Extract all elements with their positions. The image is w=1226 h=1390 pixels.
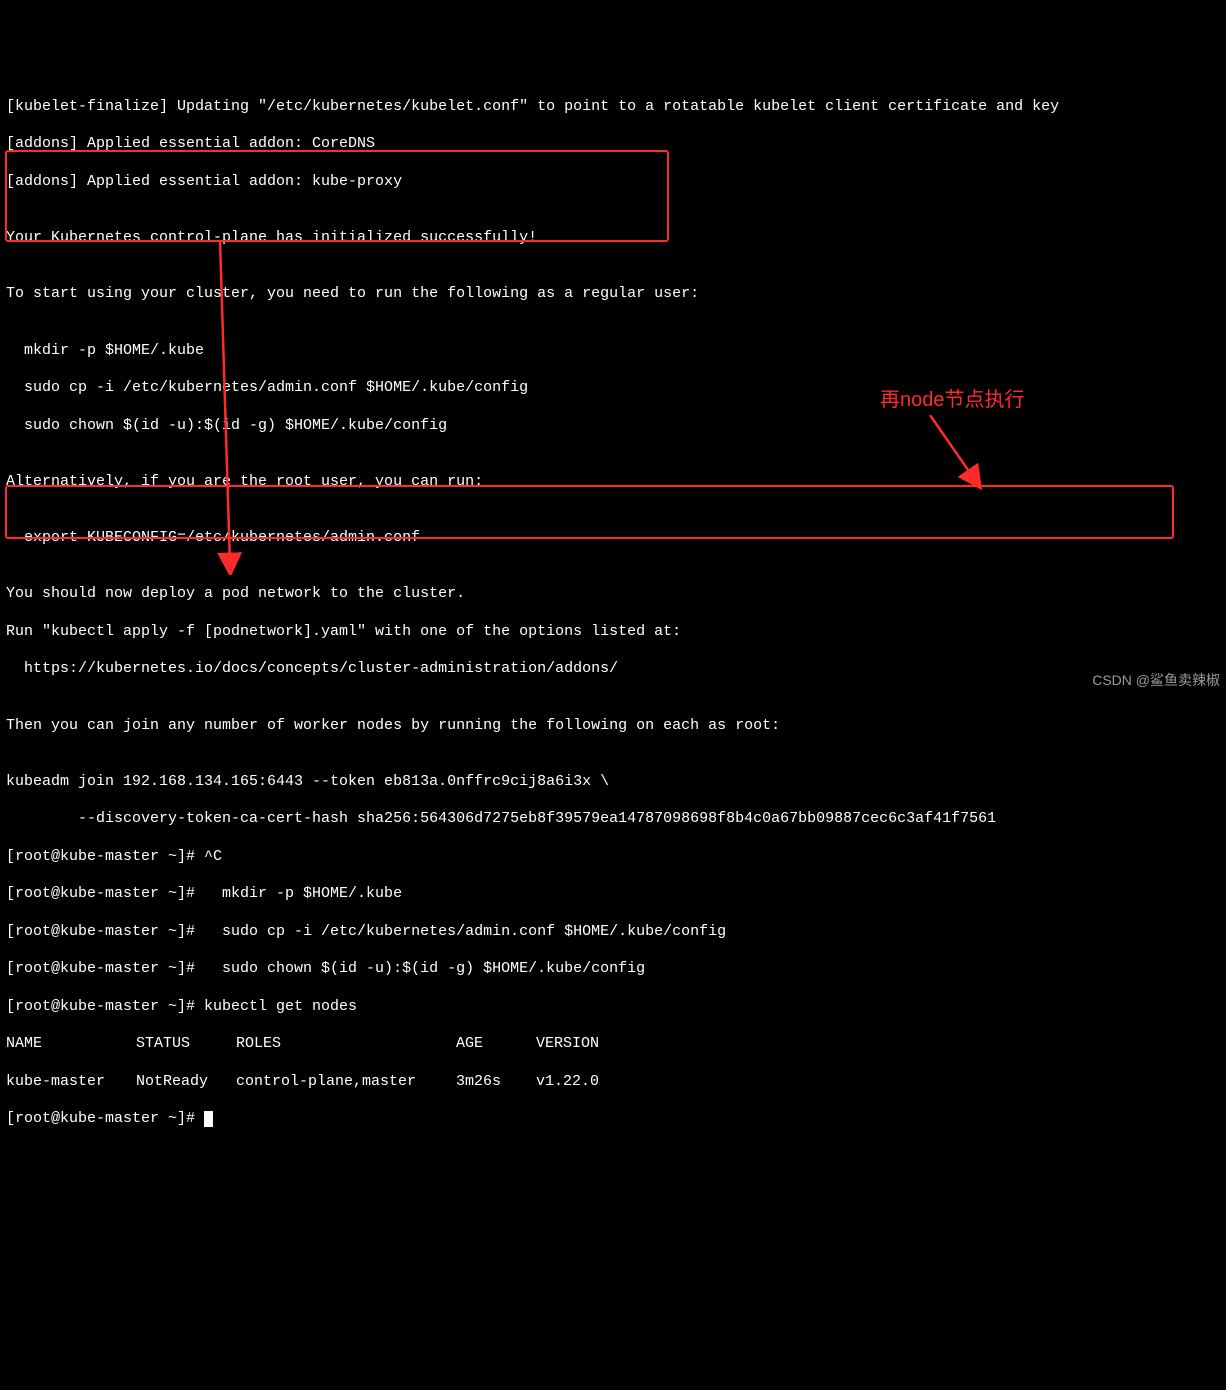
annotation-text: 再node节点执行 [880,388,1025,413]
output-line: [root@kube-master ~]# sudo chown $(id -u… [6,960,1220,979]
prompt-text: [root@kube-master ~]# [6,1110,204,1127]
output-line: [addons] Applied essential addon: kube-p… [6,173,1220,192]
cell-roles: control-plane,master [236,1073,456,1092]
output-line: kubeadm join 192.168.134.165:6443 --toke… [6,773,1220,792]
cell-name: kube-master [6,1073,136,1092]
output-line: [root@kube-master ~]# sudo cp -i /etc/ku… [6,923,1220,942]
prompt-line[interactable]: [root@kube-master ~]# [6,1110,1220,1129]
output-line: https://kubernetes.io/docs/concepts/clus… [6,660,1220,679]
terminal-output[interactable]: [kubelet-finalize] Updating "/etc/kubern… [6,79,1220,1148]
output-line: sudo cp -i /etc/kubernetes/admin.conf $H… [6,379,1220,398]
output-line: Then you can join any number of worker n… [6,717,1220,736]
output-line: To start using your cluster, you need to… [6,285,1220,304]
col-roles: ROLES [236,1035,456,1054]
cell-age: 3m26s [456,1073,536,1092]
cell-version: v1.22.0 [536,1073,599,1090]
table-header-row: NAMESTATUSROLESAGEVERSION [6,1035,1220,1054]
output-line: You should now deploy a pod network to t… [6,585,1220,604]
col-status: STATUS [136,1035,236,1054]
cell-status: NotReady [136,1073,236,1092]
output-line: mkdir -p $HOME/.kube [6,342,1220,361]
output-line: sudo chown $(id -u):$(id -g) $HOME/.kube… [6,417,1220,436]
col-age: AGE [456,1035,536,1054]
col-name: NAME [6,1035,136,1054]
output-line: --discovery-token-ca-cert-hash sha256:56… [6,810,1220,829]
output-line: [root@kube-master ~]# mkdir -p $HOME/.ku… [6,885,1220,904]
table-row: kube-masterNotReadycontrol-plane,master3… [6,1073,1220,1092]
output-line: Run "kubectl apply -f [podnetwork].yaml"… [6,623,1220,642]
output-line: [root@kube-master ~]# kubectl get nodes [6,998,1220,1017]
output-line: Your Kubernetes control-plane has initia… [6,229,1220,248]
col-version: VERSION [536,1035,599,1052]
output-line: [kubelet-finalize] Updating "/etc/kubern… [6,98,1220,117]
output-line: Alternatively, if you are the root user,… [6,473,1220,492]
terminal-cursor [204,1111,213,1127]
output-line: [root@kube-master ~]# ^C [6,848,1220,867]
output-line: [addons] Applied essential addon: CoreDN… [6,135,1220,154]
watermark-text: CSDN @鲨鱼卖辣椒 [1092,672,1220,690]
output-line: export KUBECONFIG=/etc/kubernetes/admin.… [6,529,1220,548]
